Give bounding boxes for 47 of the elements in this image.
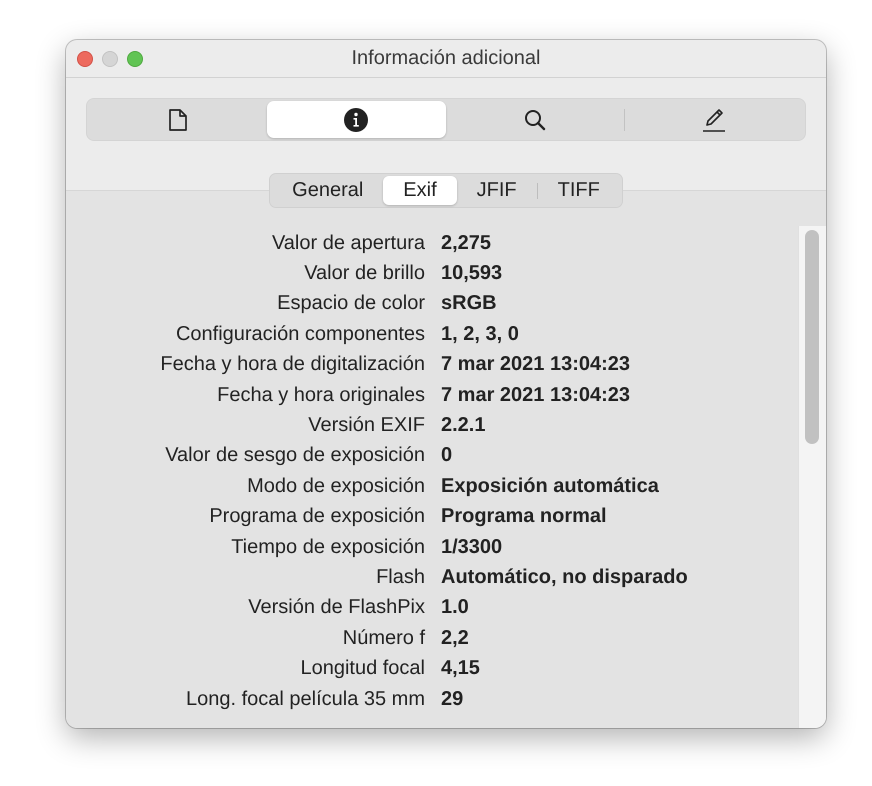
- tab[interactable]: Exif: [383, 176, 457, 205]
- minimize-button[interactable]: [102, 51, 118, 67]
- field-value: 10,593: [441, 262, 502, 286]
- window-title: Información adicional: [352, 47, 540, 70]
- field-value: 0: [441, 444, 452, 468]
- field-label: Versión EXIF: [307, 414, 425, 438]
- scrollbar-thumb[interactable]: [805, 230, 819, 444]
- field-value: 1.0: [441, 596, 469, 620]
- field-label: Número f: [342, 626, 425, 650]
- field-value: 4,15: [441, 657, 480, 680]
- field-label: Programa de exposición: [208, 505, 425, 528]
- scrollbar[interactable]: [798, 226, 826, 728]
- field-value: 7 mar 2021 13:04:23: [441, 384, 630, 407]
- tab[interactable]: TIFF: [538, 176, 620, 205]
- field-value: Automático, no disparado: [441, 566, 688, 589]
- field-label: Valor de brillo: [303, 262, 425, 286]
- close-button[interactable]: [77, 51, 93, 67]
- field-label: Modo de exposición: [246, 474, 425, 498]
- field-label: Valor de sesgo de exposición: [164, 444, 425, 468]
- field-label: Tiempo de exposición: [230, 536, 425, 559]
- search-icon: [522, 108, 547, 132]
- field-label: Fecha y hora de digitalización: [159, 353, 425, 376]
- toolbar-tab[interactable]: [267, 101, 446, 138]
- zoom-button[interactable]: [127, 51, 143, 67]
- info-icon: [344, 108, 368, 132]
- field-label: Flash: [375, 566, 425, 589]
- field-value: 2.2.1: [441, 414, 486, 438]
- field-label: Configuración componentes: [174, 322, 425, 346]
- field-label: Long. focal película 35 mm: [184, 688, 425, 711]
- field-value: 2,275: [441, 232, 492, 255]
- field-label: Espacio de color: [276, 292, 425, 316]
- pencil-icon: [700, 106, 727, 132]
- tab[interactable]: General: [272, 176, 384, 205]
- field-label: Valor de apertura: [270, 232, 425, 255]
- field-value: Exposición automática: [441, 474, 659, 498]
- field-label: Versión de FlashPix: [247, 596, 425, 620]
- field-value: 1, 2, 3, 0: [441, 322, 519, 346]
- tab[interactable]: JFIF: [456, 176, 537, 205]
- field-value: 1/3300: [441, 536, 502, 559]
- field-label: Fecha y hora originales: [216, 384, 425, 407]
- field-label: Longitud focal: [299, 657, 425, 680]
- field-value: 29: [441, 688, 464, 711]
- field-value: 7 mar 2021 13:04:23: [441, 353, 630, 376]
- field-value: sRGB: [441, 292, 497, 316]
- field-value: Programa normal: [441, 505, 607, 528]
- field-value: 2,2: [441, 626, 469, 650]
- document-icon: [168, 108, 188, 132]
